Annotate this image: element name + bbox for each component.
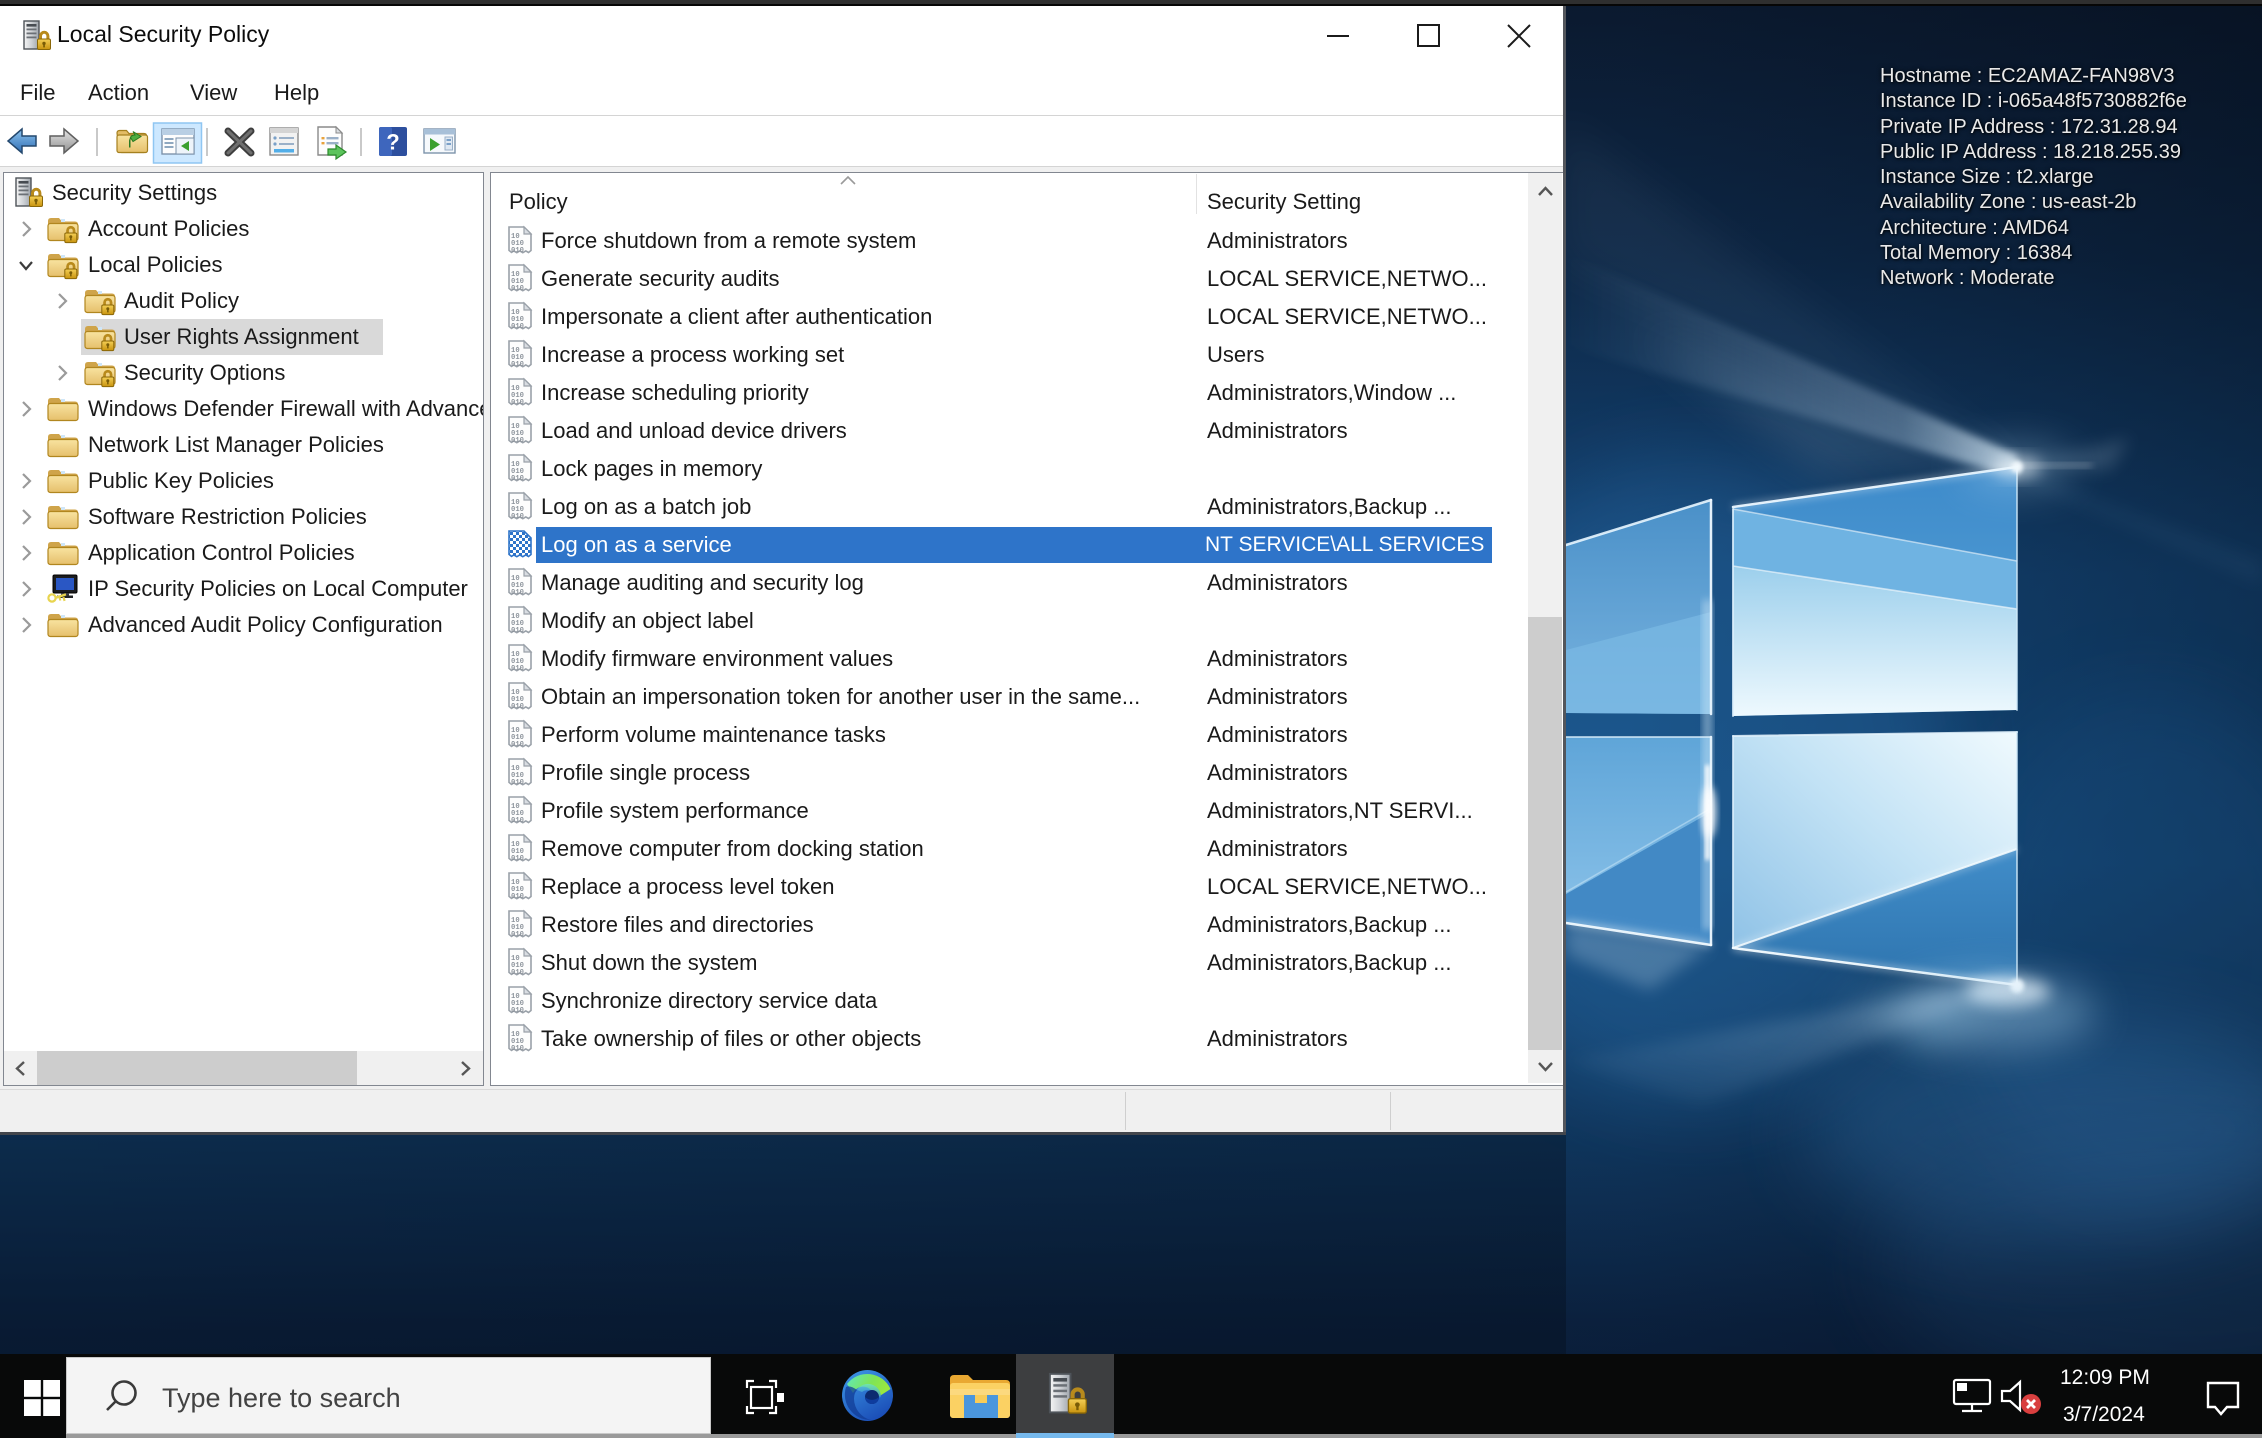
svg-text:?: ? bbox=[386, 130, 399, 155]
